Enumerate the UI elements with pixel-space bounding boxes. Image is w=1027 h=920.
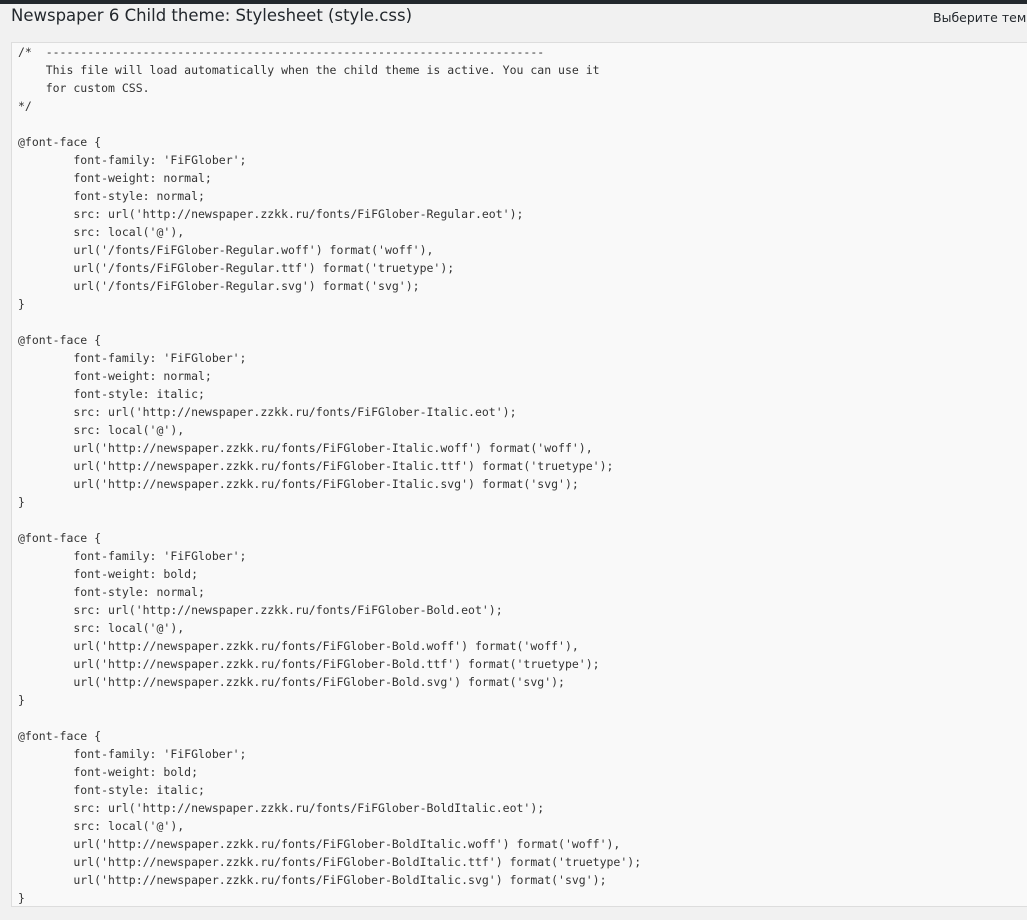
stylesheet-code[interactable]: /* -------------------------------------… <box>12 43 641 906</box>
theme-select-label: Выберите тем <box>933 10 1027 25</box>
stylesheet-editor[interactable]: /* -------------------------------------… <box>11 42 1027 907</box>
page-title: Newspaper 6 Child theme: Stylesheet (sty… <box>11 6 413 25</box>
